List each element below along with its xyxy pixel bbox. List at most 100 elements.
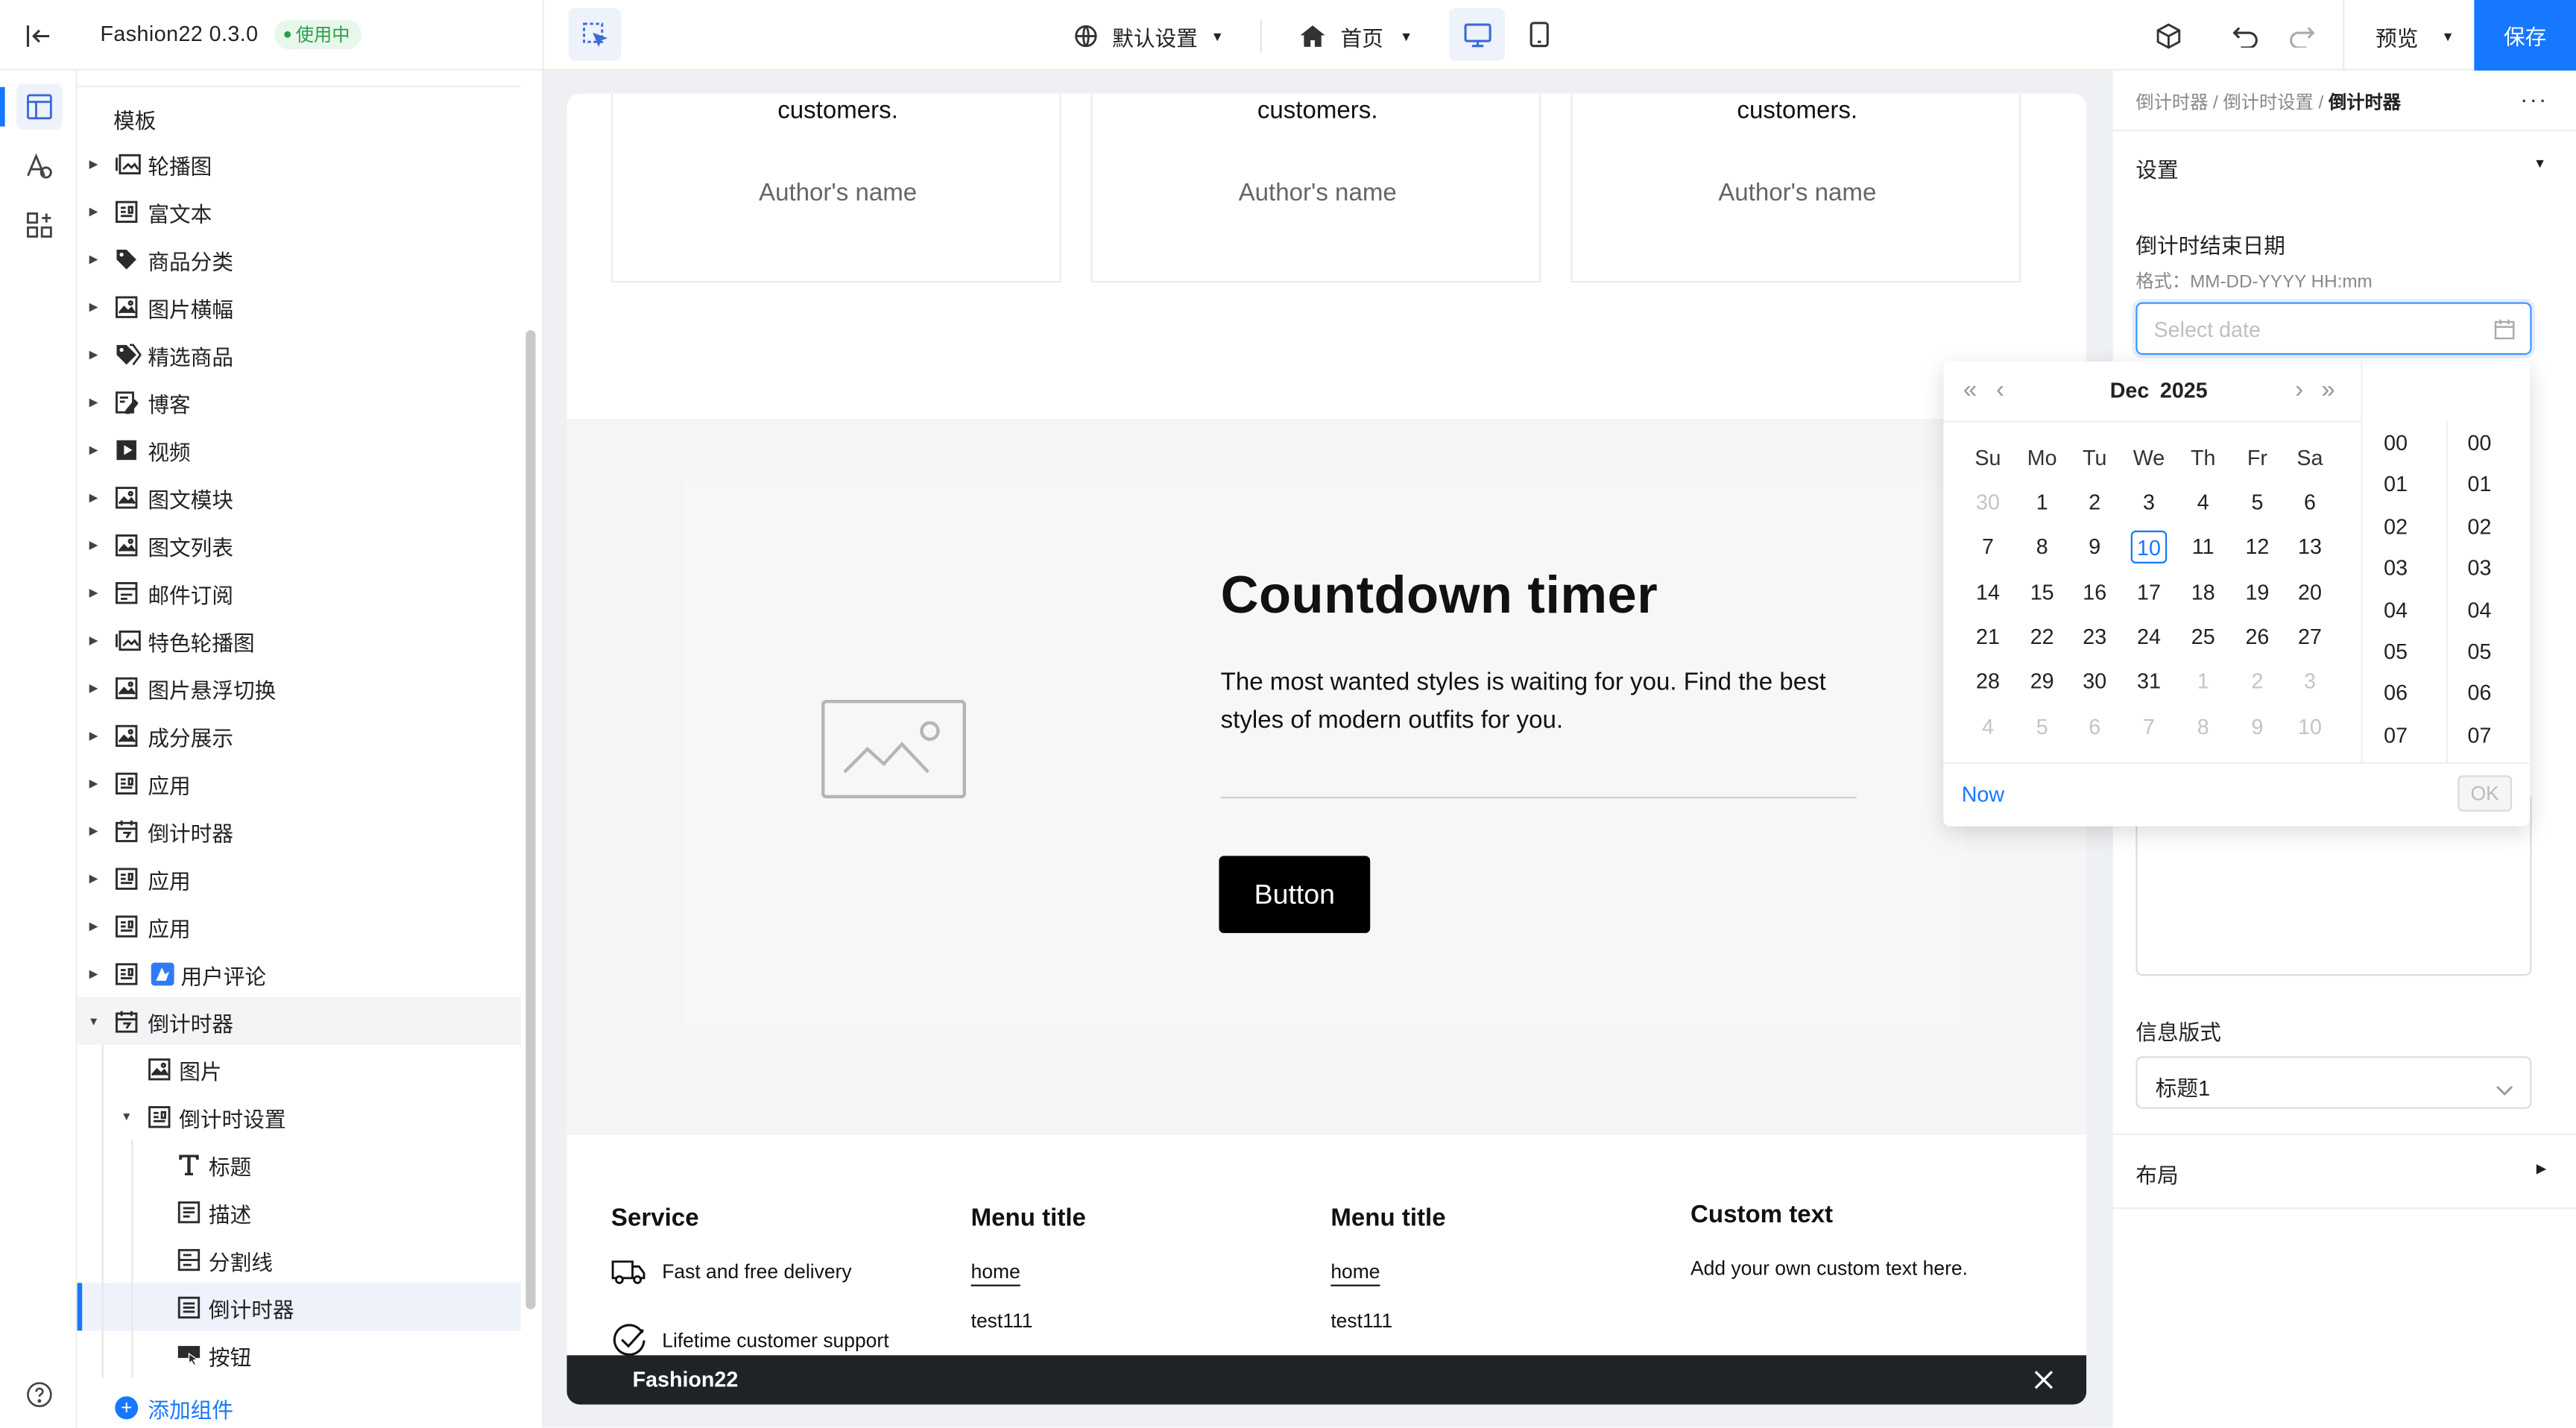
- preview-dropdown[interactable]: 预览 ▼: [2375, 19, 2455, 52]
- theme-tab-button[interactable]: [16, 143, 63, 189]
- hour-cell[interactable]: 00: [2384, 430, 2449, 455]
- hour-cell[interactable]: 05: [2384, 639, 2449, 663]
- hour-cell[interactable]: 02: [2384, 514, 2449, 538]
- caret-right-icon[interactable]: ▶: [86, 966, 102, 982]
- minute-cell[interactable]: 04: [2468, 597, 2534, 622]
- minute-cell[interactable]: 00: [2468, 430, 2534, 455]
- layout-tab-button[interactable]: [16, 83, 63, 130]
- tree-item[interactable]: ▶ 图文列表: [78, 521, 521, 569]
- day-cell[interactable]: 19: [2239, 576, 2275, 609]
- settings-header[interactable]: 设置 ▼: [2135, 153, 2556, 182]
- tree-item[interactable]: ▶ 特色轮播图: [78, 616, 521, 664]
- day-cell[interactable]: 12: [2239, 531, 2275, 564]
- day-cell[interactable]: 8: [2024, 531, 2059, 564]
- day-cell[interactable]: 7: [1970, 531, 2006, 564]
- caret-right-icon[interactable]: ▶: [86, 442, 102, 458]
- close-icon[interactable]: [2029, 1365, 2059, 1395]
- testimonial-card[interactable]: customers. Author's name: [610, 93, 1061, 283]
- day-cell[interactable]: 24: [2131, 621, 2167, 654]
- tree-child-item[interactable]: ▼ 倒计时设置: [78, 1093, 521, 1140]
- hour-cell[interactable]: 04: [2384, 597, 2449, 622]
- layout-header[interactable]: 布局 ▶: [2135, 1158, 2556, 1187]
- more-icon[interactable]: ···: [2520, 86, 2548, 112]
- caret-right-icon[interactable]: ▶: [86, 394, 102, 411]
- day-cell[interactable]: 11: [2185, 531, 2220, 564]
- day-cell[interactable]: 6: [2292, 486, 2328, 519]
- help-button[interactable]: [19, 1375, 59, 1415]
- caret-right-icon[interactable]: ▶: [86, 251, 102, 268]
- day-cell[interactable]: 10: [2292, 710, 2328, 743]
- day-cell[interactable]: 6: [2077, 710, 2112, 743]
- minute-cell[interactable]: 05: [2468, 639, 2534, 663]
- day-cell[interactable]: 15: [2024, 576, 2059, 609]
- image-placeholder-icon[interactable]: [821, 699, 967, 799]
- minute-cell[interactable]: 01: [2468, 472, 2534, 496]
- caret-down-icon[interactable]: ▼: [119, 1109, 135, 1125]
- caret-right-icon[interactable]: ▶: [86, 680, 102, 696]
- tree-item[interactable]: ▶ 商品分类: [78, 235, 521, 282]
- tree-scrollbar[interactable]: [525, 330, 536, 1309]
- apps-tab-button[interactable]: [16, 202, 63, 248]
- day-cell[interactable]: 29: [2024, 666, 2059, 698]
- day-cell[interactable]: 22: [2024, 621, 2059, 654]
- day-cell[interactable]: 16: [2077, 576, 2112, 609]
- day-cell[interactable]: 31: [2131, 666, 2167, 698]
- tree-child-item[interactable]: 分割线: [78, 1235, 521, 1283]
- testimonial-card[interactable]: customers. Author's name: [1570, 93, 2021, 283]
- info-style-select[interactable]: 标题1: [2135, 1056, 2532, 1109]
- day-cell[interactable]: 3: [2292, 666, 2328, 698]
- tree-item[interactable]: ▶ 应用: [78, 902, 521, 950]
- day-cell[interactable]: 27: [2292, 621, 2328, 654]
- caret-right-icon[interactable]: ▶: [86, 775, 102, 792]
- tree-child-item[interactable]: 描述: [78, 1188, 521, 1236]
- minute-cell[interactable]: 07: [2468, 722, 2534, 747]
- next-month-button[interactable]: ›: [2295, 376, 2303, 404]
- tree-item[interactable]: ▶ 倒计时器: [78, 806, 521, 854]
- breadcrumb-item[interactable]: 倒计时器: [2135, 94, 2208, 113]
- mobile-view-button[interactable]: [1521, 8, 1557, 61]
- prev-year-button[interactable]: «: [1963, 376, 1977, 404]
- day-cell[interactable]: 30: [1970, 486, 2006, 519]
- footer-menu-link[interactable]: home: [970, 1260, 1020, 1286]
- caret-right-icon[interactable]: ▶: [86, 299, 102, 315]
- testimonial-card[interactable]: customers. Author's name: [1090, 93, 1541, 283]
- caret-right-icon[interactable]: ▶: [86, 537, 102, 554]
- now-button[interactable]: Now: [1962, 782, 2004, 806]
- day-cell[interactable]: 17: [2131, 576, 2167, 609]
- day-cell[interactable]: 2: [2077, 486, 2112, 519]
- tree-item[interactable]: ▶ 轮播图: [78, 139, 521, 187]
- day-cell[interactable]: 21: [1970, 621, 2006, 654]
- minute-cell[interactable]: 03: [2468, 555, 2534, 580]
- locale-select[interactable]: 默认设置 ▼: [1074, 19, 1224, 52]
- add-component-button[interactable]: + 添加组件: [115, 1391, 233, 1424]
- select-element-button[interactable]: [568, 8, 622, 61]
- save-button[interactable]: 保存: [2474, 0, 2576, 71]
- tree-item[interactable]: ▶ 邮件订阅: [78, 569, 521, 616]
- minute-cell[interactable]: 02: [2468, 514, 2534, 538]
- cube-button[interactable]: [2149, 16, 2188, 56]
- date-input[interactable]: Select date: [2135, 302, 2532, 356]
- tree-item[interactable]: ▶ 用户评论: [78, 950, 521, 997]
- caret-right-icon[interactable]: ▶: [86, 918, 102, 935]
- next-year-button[interactable]: »: [2321, 376, 2334, 404]
- redo-button[interactable]: [2282, 16, 2321, 56]
- caret-right-icon[interactable]: ▶: [86, 585, 102, 601]
- exit-icon[interactable]: [19, 18, 55, 54]
- breadcrumb-item[interactable]: 倒计时设置: [2223, 94, 2314, 113]
- tree-child-item[interactable]: 标题: [78, 1140, 521, 1188]
- day-cell[interactable]: 1: [2185, 666, 2220, 698]
- caret-right-icon[interactable]: ▶: [86, 156, 102, 172]
- caret-right-icon[interactable]: ▶: [86, 203, 102, 220]
- day-cell[interactable]: 30: [2077, 666, 2112, 698]
- day-cell[interactable]: 4: [1970, 710, 2006, 743]
- countdown-section[interactable]: Countdown timer The most wanted styles i…: [566, 419, 2087, 1136]
- caret-right-icon[interactable]: ▶: [86, 490, 102, 506]
- caret-right-icon[interactable]: ▶: [86, 633, 102, 649]
- hour-cell[interactable]: 03: [2384, 555, 2449, 580]
- footer-menu-link[interactable]: test111: [1330, 1309, 1392, 1333]
- ok-button[interactable]: OK: [2457, 775, 2513, 812]
- countdown-button[interactable]: Button: [1219, 856, 1371, 933]
- tree-item[interactable]: ▶ 图文模块: [78, 473, 521, 521]
- day-cell[interactable]: 5: [2024, 710, 2059, 743]
- tree-item[interactable]: ▼ 倒计时器: [77, 996, 521, 1045]
